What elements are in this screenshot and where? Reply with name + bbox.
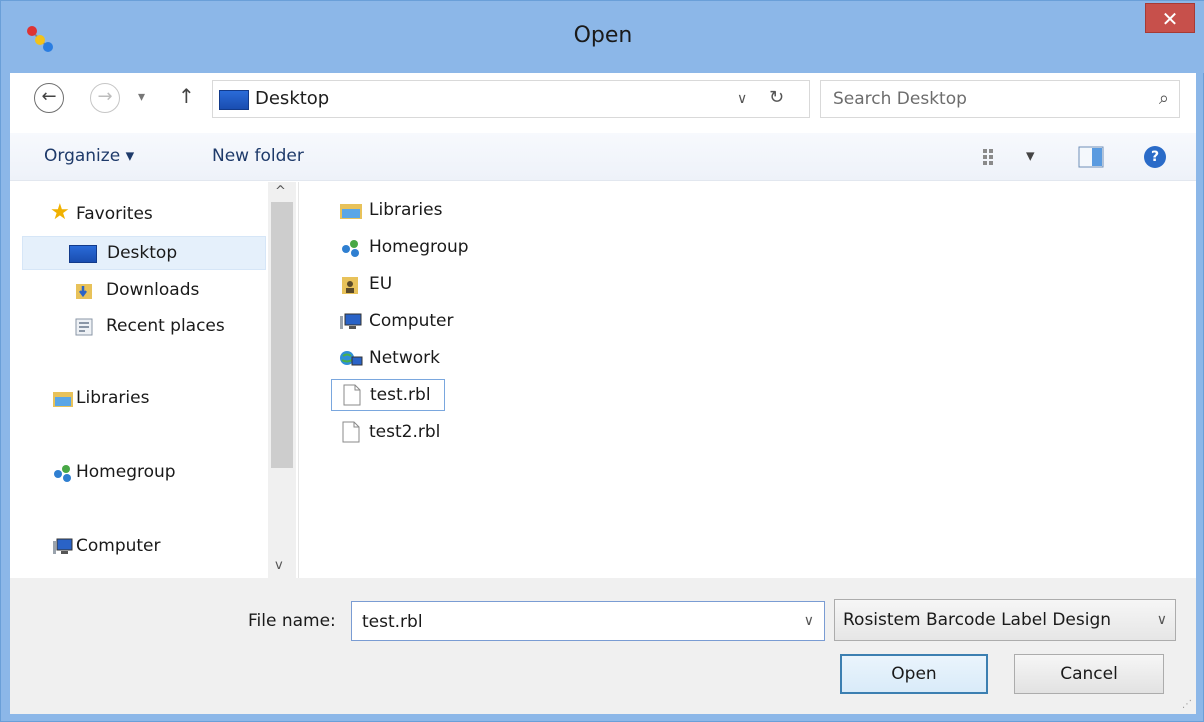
downloads-icon xyxy=(76,284,92,299)
scroll-thumb[interactable] xyxy=(271,202,293,468)
navigation-pane: ★ Favorites Desktop Downloads Recent pla… xyxy=(10,182,298,578)
file-name-label: File name: xyxy=(248,611,336,631)
close-button[interactable]: ✕ xyxy=(1145,3,1195,33)
file-item-label: Homegroup xyxy=(369,237,469,257)
preview-pane-icon[interactable] xyxy=(1078,145,1104,169)
nav-item-label: Recent places xyxy=(106,316,225,336)
nav-item-label: Downloads xyxy=(106,280,200,300)
nav-item-libraries[interactable]: Libraries xyxy=(22,382,266,416)
resize-grip-icon[interactable]: ⋰ xyxy=(1182,699,1192,710)
nav-item-label: Libraries xyxy=(76,388,150,408)
homegroup-icon xyxy=(54,465,71,482)
file-name-combo[interactable]: ∨ xyxy=(351,601,825,641)
new-folder-button[interactable]: New folder xyxy=(212,146,304,166)
file-name-input[interactable] xyxy=(362,610,782,634)
file-item-label: test2.rbl xyxy=(369,422,441,442)
libraries-icon xyxy=(340,204,362,219)
file-type-select[interactable]: Rosistem Barcode Label Design ∨ xyxy=(834,599,1176,641)
dialog-client-area: ← → ▾ ↑ Desktop ∨ ↻ ⌕ Organize ▾ New fol… xyxy=(10,73,1196,714)
open-button[interactable]: Open xyxy=(840,654,988,694)
computer-icon xyxy=(340,313,362,329)
help-button[interactable]: ? xyxy=(1144,146,1166,168)
nav-item-recent-places[interactable]: Recent places xyxy=(22,310,266,344)
nav-item-label: Desktop xyxy=(107,243,178,263)
recent-locations-button[interactable]: ▾ xyxy=(138,89,145,105)
user-folder-icon xyxy=(342,277,358,294)
forward-button[interactable]: → xyxy=(90,83,120,113)
computer-icon xyxy=(53,538,73,554)
command-toolbar: Organize ▾ New folder ▾ ? xyxy=(10,133,1196,181)
scroll-up-button[interactable]: ^ xyxy=(275,184,286,199)
address-bar[interactable]: Desktop ∨ ↻ xyxy=(212,80,810,118)
window-title: Open xyxy=(573,23,633,48)
back-button[interactable]: ← xyxy=(34,83,64,113)
recent-places-icon xyxy=(75,318,93,336)
nav-item-label: Computer xyxy=(76,536,161,556)
title-bar[interactable]: Open ✕ xyxy=(1,1,1204,73)
file-type-value: Rosistem Barcode Label Design xyxy=(843,610,1112,630)
nav-item-homegroup[interactable]: Homegroup xyxy=(22,456,266,490)
nav-item-downloads[interactable]: Downloads xyxy=(22,274,266,308)
libraries-icon xyxy=(53,392,73,407)
cancel-button[interactable]: Cancel xyxy=(1014,654,1164,694)
search-box[interactable]: ⌕ xyxy=(820,80,1180,118)
file-item-label: Computer xyxy=(369,311,454,331)
refresh-button[interactable]: ↻ xyxy=(769,87,784,108)
file-item-label: Network xyxy=(369,348,440,368)
nav-item-favorites[interactable]: ★ Favorites xyxy=(22,198,266,232)
network-icon xyxy=(340,351,363,366)
dialog-footer: File name: ∨ Rosistem Barcode Label Desi… xyxy=(10,578,1196,714)
scroll-down-button[interactable]: v xyxy=(275,558,283,573)
nav-item-computer[interactable]: Computer xyxy=(22,530,266,564)
address-dropdown-button[interactable]: ∨ xyxy=(737,91,747,107)
views-dropdown-button[interactable]: ▾ xyxy=(1026,146,1035,166)
address-row: ← → ▾ ↑ Desktop ∨ ↻ ⌕ xyxy=(10,73,1196,125)
file-item-label: test.rbl xyxy=(370,385,431,405)
file-item-label: EU xyxy=(369,274,393,294)
homegroup-icon xyxy=(342,240,359,257)
nav-item-label: Homegroup xyxy=(76,462,176,482)
file-item-test-rbl[interactable]: test.rbl xyxy=(331,379,445,411)
nav-scrollbar[interactable]: ^ v xyxy=(268,182,296,578)
file-name-dropdown-button[interactable]: ∨ xyxy=(804,613,814,629)
up-button[interactable]: ↑ xyxy=(178,84,195,108)
organize-button[interactable]: Organize ▾ xyxy=(44,146,134,166)
address-location[interactable]: Desktop xyxy=(255,88,329,109)
star-icon: ★ xyxy=(50,200,70,225)
desktop-icon xyxy=(219,90,249,110)
search-input[interactable] xyxy=(833,87,1133,111)
nav-item-desktop[interactable]: Desktop xyxy=(22,236,266,270)
file-list: Libraries Homegroup EU Computer Network … xyxy=(299,182,1196,578)
file-icon xyxy=(342,421,360,443)
open-dialog-window: Open ✕ ← → ▾ ↑ Desktop ∨ ↻ ⌕ Organize ▾ … xyxy=(0,0,1204,722)
nav-item-label: Favorites xyxy=(76,204,153,224)
desktop-icon xyxy=(69,245,97,263)
view-options-icon[interactable] xyxy=(982,147,1004,167)
file-type-dropdown-icon: ∨ xyxy=(1156,612,1167,628)
file-icon xyxy=(343,384,361,406)
search-icon[interactable]: ⌕ xyxy=(1159,88,1169,109)
file-item-label: Libraries xyxy=(369,200,443,220)
